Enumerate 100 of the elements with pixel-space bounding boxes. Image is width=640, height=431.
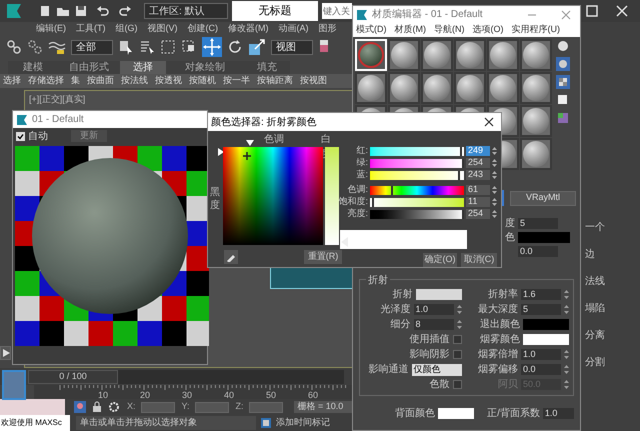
command-panel-button[interactable]: 一个: [585, 220, 605, 235]
wave-icon[interactable]: [48, 39, 66, 55]
redo-icon[interactable]: [118, 4, 132, 18]
ok-button[interactable]: 确定(O): [423, 253, 457, 267]
material-type-button[interactable]: VRayMtl: [510, 190, 576, 206]
ribbon-button[interactable]: 集: [71, 74, 80, 88]
close-icon[interactable]: [484, 117, 494, 127]
slider-thumb[interactable]: [462, 158, 464, 168]
material-slot[interactable]: [388, 72, 420, 104]
number-field[interactable]: 8: [414, 319, 454, 330]
select-by-name-icon[interactable]: [139, 39, 155, 55]
command-panel-button[interactable]: 分离: [585, 328, 605, 343]
slider-thumb[interactable]: [372, 198, 374, 206]
menu-item[interactable]: 动画(A): [278, 22, 308, 36]
gear-icon[interactable]: [108, 401, 120, 413]
material-slot[interactable]: [388, 39, 420, 71]
number-field[interactable]: 254: [466, 158, 490, 168]
ribbon-button[interactable]: 存储选择: [28, 74, 64, 88]
selection-filter-dropdown[interactable]: 全部: [71, 40, 113, 54]
ribbon-button[interactable]: 按曲面: [87, 74, 114, 88]
number-field[interactable]: 5: [518, 218, 558, 229]
number-field[interactable]: 243: [466, 170, 490, 180]
spinner-arrows-icon[interactable]: [492, 170, 497, 180]
new-file-icon[interactable]: [38, 4, 52, 18]
maxscript-input[interactable]: 欢迎使用 MAXSc: [0, 415, 70, 431]
add-time-tag-button[interactable]: 添加时间标记: [276, 416, 330, 430]
update-button[interactable]: 更新: [71, 130, 107, 142]
color-slider[interactable]: [370, 198, 464, 206]
material-slot[interactable]: [520, 138, 552, 170]
play-button[interactable]: [0, 346, 11, 360]
material-slot[interactable]: [487, 72, 519, 104]
spinner-arrows-icon[interactable]: [564, 289, 569, 300]
move-icon[interactable]: [202, 37, 222, 57]
spinner-arrows-icon[interactable]: [564, 379, 569, 390]
reference-coordinate-dropdown[interactable]: 视图: [271, 40, 313, 54]
ribbon-tab[interactable]: 选择: [120, 61, 166, 74]
number-field[interactable]: 5: [521, 304, 561, 315]
spinner-arrows-icon[interactable]: [564, 349, 569, 360]
ribbon-tab[interactable]: 自由形式: [58, 61, 120, 74]
menu-item[interactable]: 实用程序(U): [512, 23, 560, 37]
spinner-arrows-icon[interactable]: [492, 185, 497, 195]
lock-icon[interactable]: [91, 401, 103, 413]
number-field[interactable]: 11: [466, 197, 490, 207]
checkbox[interactable]: [452, 350, 462, 359]
spinner-arrows-icon[interactable]: [456, 304, 462, 315]
spinner-arrows-icon[interactable]: [564, 364, 569, 375]
slider-thumb[interactable]: [390, 186, 393, 194]
menu-item[interactable]: 创建(C): [188, 22, 218, 36]
scale-icon[interactable]: [248, 38, 266, 56]
rotate-icon[interactable]: [227, 39, 243, 55]
color-slider[interactable]: [370, 210, 464, 218]
rectangle-selection-icon[interactable]: [160, 39, 176, 55]
menu-item[interactable]: 选项(O): [472, 23, 504, 37]
command-panel-button[interactable]: 塌陷: [585, 301, 605, 316]
number-field[interactable]: 1.0: [521, 349, 561, 360]
hue-gradient-field[interactable]: [223, 147, 323, 245]
menu-item[interactable]: 图形: [318, 22, 336, 36]
crosshair-icon[interactable]: [243, 152, 251, 160]
sample-uv-icon[interactable]: [556, 93, 570, 107]
material-slot[interactable]: [454, 72, 486, 104]
viewport-label[interactable]: [+][正交][真实]: [29, 93, 86, 106]
ribbon-button[interactable]: 按法线: [121, 74, 148, 88]
whiteness-marker-icon[interactable]: [341, 237, 348, 247]
undo-icon[interactable]: [96, 4, 110, 18]
ribbon-tab[interactable]: 填充: [244, 61, 290, 74]
spinner-arrows-icon[interactable]: [492, 197, 497, 207]
reset-button[interactable]: 重置(R): [304, 250, 342, 264]
menu-item[interactable]: 组(G): [116, 22, 138, 36]
slider-thumb[interactable]: [462, 210, 464, 218]
play-icon[interactable]: [2, 349, 10, 357]
link-icon[interactable]: [6, 39, 22, 55]
menu-item[interactable]: 材质(M): [394, 23, 426, 37]
time-slider-track[interactable]: 0 / 100: [28, 370, 344, 384]
save-icon[interactable]: [74, 4, 88, 18]
ribbon-tab[interactable]: 对象绘制: [166, 61, 244, 74]
material-slot[interactable]: [520, 105, 552, 137]
number-field[interactable]: 61: [466, 185, 490, 195]
number-field[interactable]: 0.0: [521, 364, 561, 375]
unlink-icon[interactable]: [27, 39, 43, 55]
ribbon-button[interactable]: 选择: [3, 74, 21, 88]
number-field[interactable]: 1.0: [542, 408, 574, 419]
ribbon-button[interactable]: 按一半: [223, 74, 250, 88]
number-field[interactable]: 249: [466, 146, 490, 156]
ribbon-button[interactable]: 按随机: [189, 74, 216, 88]
backlight-icon[interactable]: [556, 57, 570, 71]
coordinate-field[interactable]: [194, 402, 229, 412]
material-slot[interactable]: [520, 72, 552, 104]
material-slot[interactable]: [421, 72, 453, 104]
color-swatch[interactable]: [523, 319, 569, 330]
menu-item[interactable]: 模式(D): [356, 23, 386, 37]
spinner-arrows-icon[interactable]: [492, 158, 497, 168]
material-slot[interactable]: [421, 39, 453, 71]
search-field[interactable]: 键入关: [322, 3, 352, 19]
time-tag-icon[interactable]: [260, 417, 272, 429]
time-slider-thumb[interactable]: 0 / 100: [28, 370, 118, 384]
color-slider[interactable]: [370, 146, 464, 156]
menu-item[interactable]: 工具(T): [76, 22, 106, 36]
color-swatch[interactable]: [416, 289, 462, 300]
command-panel-button[interactable]: 分割: [585, 355, 605, 370]
color-swatch[interactable]: [523, 334, 569, 345]
